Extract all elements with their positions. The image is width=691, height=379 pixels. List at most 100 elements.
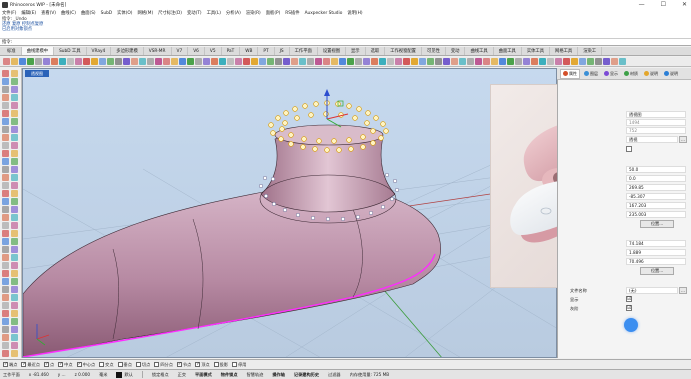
toolbar-tool-icon[interactable] <box>115 58 122 65</box>
tab-viewport-layout[interactable]: 工作视窗配置 <box>385 47 422 55</box>
tab-v6[interactable]: V6 <box>188 47 205 55</box>
toolbar-tool-icon[interactable] <box>123 58 130 65</box>
perspective-viewport[interactable] <box>22 68 557 358</box>
left-tool-icon[interactable] <box>2 254 9 261</box>
toolbar-tool-icon[interactable] <box>595 58 602 65</box>
menu-transform[interactable]: 变动(T) <box>187 10 202 16</box>
toolbar-tool-icon[interactable] <box>139 58 146 65</box>
toolbar-tool-icon[interactable] <box>43 58 50 65</box>
toolbar-tool-icon[interactable] <box>587 58 594 65</box>
tab-surface-tools[interactable]: 曲面工具 <box>494 47 522 55</box>
toolbar-tool-icon[interactable] <box>219 58 226 65</box>
toolbar-tool-icon[interactable] <box>59 58 66 65</box>
toolbar-tool-icon[interactable] <box>483 58 490 65</box>
left-tool-icon[interactable] <box>11 246 18 253</box>
toolbar-tool-icon[interactable] <box>347 58 354 65</box>
status-layer[interactable]: 默认 <box>116 371 133 378</box>
left-tool-icon[interactable] <box>11 350 18 357</box>
status-gumball[interactable]: 操作轴 <box>272 372 285 378</box>
status-record-history[interactable]: 记录建构历史 <box>294 372 319 378</box>
tab-standard[interactable]: 标准 <box>2 47 22 55</box>
toolbar-tool-icon[interactable] <box>491 58 498 65</box>
maximize-button[interactable]: ☐ <box>661 1 666 8</box>
projection-select[interactable]: 透视 <box>626 136 678 143</box>
left-tool-icon[interactable] <box>2 302 9 309</box>
projection-dropdown-button[interactable]: … <box>679 136 687 143</box>
target-x-field[interactable]: 74.184 <box>626 240 686 247</box>
tab-curve-modeling[interactable]: 曲线建模中 <box>21 47 55 55</box>
left-tool-icon[interactable] <box>11 190 18 197</box>
left-tool-icon[interactable] <box>2 94 9 101</box>
menu-auxpecker[interactable]: Auxpecker Studio <box>305 11 343 16</box>
toolbar-tool-icon[interactable] <box>179 58 186 65</box>
status-osnap[interactable]: 物件锁点 <box>221 372 238 378</box>
left-tool-icon[interactable] <box>11 238 18 245</box>
left-tool-icon[interactable] <box>2 150 9 157</box>
osnap-checkbox[interactable]: ✓ <box>3 362 8 367</box>
assistant-orb-icon[interactable] <box>624 318 638 332</box>
menu-tools[interactable]: 工具(L) <box>207 10 221 16</box>
left-tool-icon[interactable] <box>2 318 9 325</box>
tab-render-tools[interactable]: 渲染工 <box>578 47 603 55</box>
tab-pt[interactable]: PT <box>258 47 275 55</box>
toolbar-tool-icon[interactable] <box>579 58 586 65</box>
toolbar-tool-icon[interactable] <box>83 58 90 65</box>
toolbar-tool-icon[interactable] <box>11 58 18 65</box>
osnap-option[interactable]: ✓ 顶点 <box>195 362 210 368</box>
toolbar-tool-icon[interactable] <box>355 58 362 65</box>
left-tool-icon[interactable] <box>11 150 18 157</box>
tab-vray4[interactable]: VRay4 <box>87 47 112 55</box>
left-tool-icon[interactable] <box>2 126 9 133</box>
filename-field[interactable]: (无) <box>626 287 678 294</box>
left-tool-icon[interactable] <box>11 254 18 261</box>
tab-vsr-mr[interactable]: VSR-MR <box>144 47 172 55</box>
left-tool-icon[interactable] <box>2 182 9 189</box>
toolbar-tool-icon[interactable] <box>331 58 338 65</box>
toolbar-tool-icon[interactable] <box>603 58 610 65</box>
tab-v5[interactable]: V5 <box>205 47 222 55</box>
toolbar-tool-icon[interactable] <box>499 58 506 65</box>
left-tool-icon[interactable] <box>11 270 18 277</box>
osnap-checkbox[interactable] <box>117 362 123 367</box>
left-tool-icon[interactable] <box>11 334 18 341</box>
left-tool-icon[interactable] <box>11 94 18 101</box>
toolbar-tool-icon[interactable] <box>315 58 322 65</box>
osnap-option[interactable]: 投影 <box>213 362 228 368</box>
osnap-option[interactable]: 垂点 <box>117 362 132 368</box>
toolbar-tool-icon[interactable] <box>467 58 474 65</box>
left-tool-icon[interactable] <box>11 198 18 205</box>
osnap-option[interactable]: ✓ 中心点 <box>76 362 95 368</box>
osnap-checkbox[interactable] <box>99 362 105 367</box>
toolbar-tool-icon[interactable] <box>227 58 234 65</box>
grayscale-checkbox[interactable]: ☑ <box>626 305 632 311</box>
left-tool-icon[interactable] <box>2 70 9 77</box>
toolbar-tool-icon[interactable] <box>451 58 458 65</box>
rotation-field[interactable]: 0.0 <box>626 175 686 182</box>
menu-edit[interactable]: 编辑(E) <box>21 10 36 16</box>
tab-mesh-tools[interactable]: 网格工具 <box>550 47 579 55</box>
toolbar-tool-icon[interactable] <box>51 58 58 65</box>
toolbar-tool-icon[interactable] <box>187 58 194 65</box>
model-body-surface[interactable] <box>23 184 441 357</box>
left-tool-icon[interactable] <box>11 318 18 325</box>
toolbar-tool-icon[interactable] <box>443 58 450 65</box>
left-tool-icon[interactable] <box>2 86 9 93</box>
toolbar-tool-icon[interactable] <box>235 58 242 65</box>
osnap-checkbox[interactable] <box>213 362 219 367</box>
left-tool-icon[interactable] <box>11 70 18 77</box>
left-tool-icon[interactable] <box>11 134 18 141</box>
left-tool-icon[interactable] <box>11 182 18 189</box>
left-tool-icon[interactable] <box>2 166 9 173</box>
left-tool-icon[interactable] <box>2 334 9 341</box>
osnap-checkbox[interactable]: ✓ <box>58 362 64 367</box>
left-tool-icon[interactable] <box>11 158 18 165</box>
toolbar-tool-icon[interactable] <box>107 58 114 65</box>
left-tool-icon[interactable] <box>2 286 9 293</box>
gumball-widget[interactable] <box>324 89 349 128</box>
left-tool-icon[interactable] <box>2 118 9 125</box>
left-tool-icon[interactable] <box>2 198 9 205</box>
left-tool-icon[interactable] <box>2 142 9 149</box>
menu-mesh[interactable]: 网格(M) <box>137 10 153 16</box>
left-tool-icon[interactable] <box>11 230 18 237</box>
toolbar-tool-icon[interactable] <box>3 58 10 65</box>
